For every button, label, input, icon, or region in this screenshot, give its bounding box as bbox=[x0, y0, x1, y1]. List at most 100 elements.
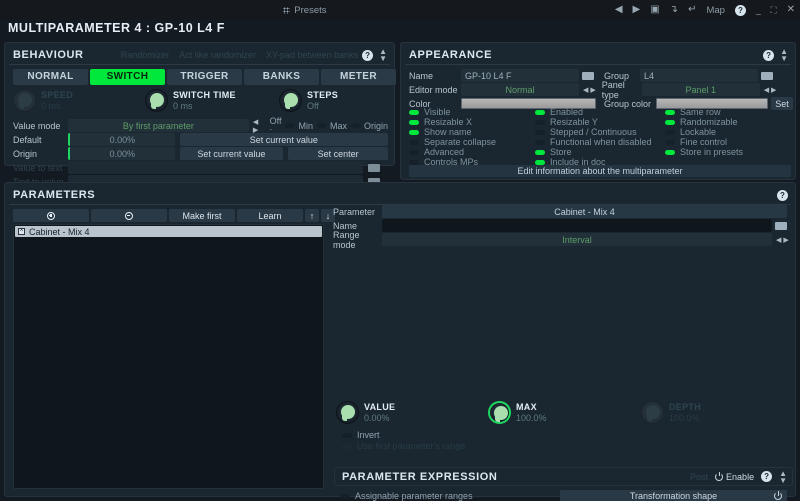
value-mode-select[interactable]: By first parameter bbox=[68, 119, 249, 132]
detail-range-mode-arrows[interactable]: ◀ ▶ bbox=[776, 236, 789, 244]
remove-parameter-button[interactable] bbox=[91, 209, 167, 222]
checkbox-icon[interactable] bbox=[18, 227, 25, 235]
steps-knob[interactable] bbox=[279, 89, 302, 112]
default-value-field[interactable]: 0.00% bbox=[68, 133, 175, 146]
origin-set-center-button[interactable]: Set center bbox=[288, 147, 389, 160]
off-max-toggle[interactable] bbox=[316, 123, 326, 128]
origin-value-field[interactable]: 0.00% bbox=[68, 147, 175, 160]
checkbox-resizable-y-box[interactable] bbox=[535, 119, 545, 125]
power-icon[interactable] bbox=[774, 491, 782, 500]
checkbox-lockable[interactable]: Lockable bbox=[665, 127, 743, 137]
detail-parameter-select[interactable]: Cabinet - Mix 4 bbox=[382, 205, 787, 218]
map-button[interactable]: Map bbox=[701, 0, 729, 20]
group-field[interactable]: L4 bbox=[640, 69, 758, 82]
keyboard-icon[interactable] bbox=[761, 71, 773, 80]
checkbox-include-in-doc-box[interactable] bbox=[535, 159, 545, 165]
maximize-icon[interactable]: ⛶ bbox=[766, 0, 782, 20]
editor-mode-select[interactable]: Normal bbox=[461, 83, 579, 96]
checkbox-advanced[interactable]: Advanced bbox=[409, 147, 496, 157]
presets-button[interactable]: Presets bbox=[278, 0, 331, 20]
editor-mode-arrows[interactable]: ◀ ▶ bbox=[583, 86, 596, 94]
list-item[interactable]: Cabinet - Mix 4 bbox=[15, 226, 322, 237]
tab-normal[interactable]: NORMAL bbox=[13, 69, 88, 85]
value-knob[interactable] bbox=[336, 401, 359, 424]
checkbox-separate-collapse[interactable]: Separate collapse bbox=[409, 137, 496, 147]
checkbox-functional-when-disabled-box[interactable] bbox=[535, 139, 545, 145]
use-first-range-box[interactable] bbox=[342, 443, 352, 449]
panel-type-select[interactable]: Panel 1 bbox=[641, 83, 760, 96]
depth-knob[interactable] bbox=[641, 401, 664, 424]
help-button[interactable]: ? bbox=[730, 0, 751, 20]
checkbox-fine-control-box[interactable] bbox=[665, 139, 675, 145]
switch-time-knob[interactable] bbox=[145, 89, 168, 112]
use-first-range-checkbox[interactable]: Use first parameter's range bbox=[342, 441, 465, 451]
checkbox-visible[interactable]: Visible bbox=[409, 107, 496, 117]
invert-checkbox-box[interactable] bbox=[342, 432, 352, 438]
checkbox-visible-box[interactable] bbox=[409, 109, 419, 115]
checkbox-same-row[interactable]: Same row bbox=[665, 107, 743, 117]
add-parameter-button[interactable] bbox=[13, 209, 89, 222]
checkbox-controls-mps-box[interactable] bbox=[409, 159, 419, 165]
minimize-icon[interactable]: _ bbox=[751, 0, 766, 20]
checkbox-randomizable-box[interactable] bbox=[665, 119, 675, 125]
move-up-button[interactable]: ↑ bbox=[305, 209, 319, 222]
tab-banks[interactable]: BANKS bbox=[244, 69, 319, 85]
enable-button[interactable]: Enable bbox=[715, 471, 754, 482]
depth-knob-unit[interactable]: DEPTH 100.0% bbox=[641, 401, 701, 424]
close-icon[interactable]: ✕ bbox=[782, 0, 800, 20]
value-mode-arrows[interactable]: ◀ ▶ bbox=[253, 118, 265, 134]
checkbox-store-in-presets[interactable]: Store in presets bbox=[665, 147, 743, 157]
edit-info-button[interactable]: Edit information about the multiparamete… bbox=[409, 165, 791, 177]
transformation-shape-button[interactable]: Transformation shape bbox=[560, 489, 787, 501]
checkbox-store-in-presets-box[interactable] bbox=[665, 149, 675, 155]
detail-range-mode-select[interactable]: Interval bbox=[382, 233, 772, 246]
checkbox-resizable-x[interactable]: Resizable X bbox=[409, 117, 496, 127]
checkbox-fine-control[interactable]: Fine control bbox=[665, 137, 743, 147]
value-to-text-field[interactable] bbox=[68, 161, 363, 174]
tab-meter[interactable]: METER bbox=[321, 69, 396, 85]
detail-name-field[interactable] bbox=[382, 219, 772, 232]
collapse-icon[interactable]: ▲ ▼ bbox=[779, 469, 787, 484]
off-origin-toggle[interactable] bbox=[350, 123, 360, 128]
checkbox-show-name-box[interactable] bbox=[409, 129, 419, 135]
checkbox-same-row-box[interactable] bbox=[665, 109, 675, 115]
tab-switch[interactable]: SWITCH bbox=[90, 69, 165, 85]
save-icon[interactable]: ▣ bbox=[645, 0, 664, 20]
checkbox-separate-collapse-box[interactable] bbox=[409, 139, 419, 145]
learn-button[interactable]: Learn bbox=[237, 209, 303, 222]
checkbox-stepped-continuous[interactable]: Stepped / Continuous bbox=[535, 127, 652, 137]
value-knob-unit[interactable]: VALUE 0.00% bbox=[336, 401, 395, 424]
help-icon[interactable]: ? bbox=[362, 49, 374, 61]
max-knob[interactable] bbox=[488, 401, 511, 424]
checkbox-lockable-box[interactable] bbox=[665, 129, 675, 135]
steps-knob-unit[interactable]: STEPS Off bbox=[279, 89, 338, 112]
assignable-ranges-checkbox[interactable]: Assignable parameter ranges bbox=[336, 491, 473, 501]
checkbox-resizable-y[interactable]: Resizable Y bbox=[535, 117, 652, 127]
keyboard-icon[interactable] bbox=[775, 221, 787, 230]
switch-time-knob-unit[interactable]: SWITCH TIME 0 ms bbox=[145, 89, 236, 112]
make-first-button[interactable]: Make first bbox=[169, 209, 235, 222]
checkbox-show-name[interactable]: Show name bbox=[409, 127, 496, 137]
help-icon[interactable]: ? bbox=[763, 49, 775, 61]
checkbox-resizable-x-box[interactable] bbox=[409, 119, 419, 125]
keyboard-icon[interactable] bbox=[368, 163, 380, 172]
tab-trigger[interactable]: TRIGGER bbox=[167, 69, 242, 85]
preset-next-button[interactable]: ▶ bbox=[628, 0, 646, 20]
checkbox-enabled-box[interactable] bbox=[535, 109, 545, 115]
max-knob-unit[interactable]: MAX 100.0% bbox=[488, 401, 547, 424]
checkbox-functional-when-disabled[interactable]: Functional when disabled bbox=[535, 137, 652, 147]
default-set-current-value-button[interactable]: Set current value bbox=[179, 133, 388, 146]
checkbox-store[interactable]: Store bbox=[535, 147, 652, 157]
origin-set-current-value-button[interactable]: Set current value bbox=[179, 147, 284, 160]
group-color-set-button[interactable]: Set bbox=[771, 97, 793, 110]
collapse-icon[interactable]: ▲ ▼ bbox=[379, 48, 387, 63]
undo-icon[interactable]: ↴ bbox=[665, 0, 683, 20]
collapse-icon[interactable]: ▲ ▼ bbox=[780, 48, 788, 63]
checkbox-enabled[interactable]: Enabled bbox=[535, 107, 652, 117]
assignable-ranges-box[interactable] bbox=[340, 493, 350, 499]
checkbox-store-box[interactable] bbox=[535, 149, 545, 155]
help-icon[interactable]: ? bbox=[777, 189, 788, 201]
speed-knob[interactable] bbox=[13, 89, 36, 112]
checkbox-randomizable[interactable]: Randomizable bbox=[665, 117, 743, 127]
redo-icon[interactable]: ↵ bbox=[683, 0, 701, 20]
